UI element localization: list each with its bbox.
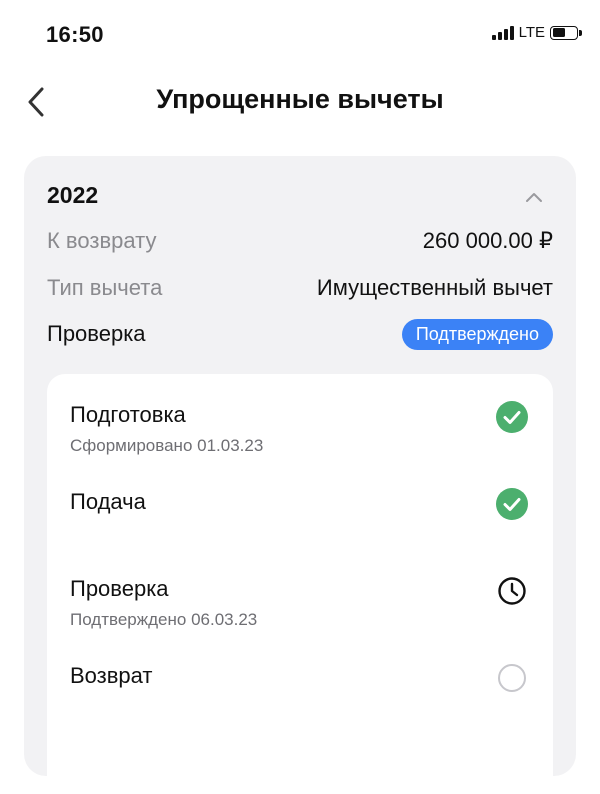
page-title: Упрощенные вычеты <box>156 84 444 114</box>
status-indicators: LTE <box>491 24 582 41</box>
collapse-button[interactable] <box>521 184 547 210</box>
chevron-up-icon <box>526 193 542 202</box>
status-time: 16:50 <box>46 22 104 47</box>
refund-row: К возврату 260 000.00 ₽ <box>47 228 553 258</box>
year-row[interactable]: 2022 <box>47 182 553 212</box>
deduction-card: 2022 К возврату 260 000.00 ₽ Тип вычета … <box>24 156 576 794</box>
network-label: LTE <box>518 24 545 41</box>
step-title: Подготовка <box>70 402 186 427</box>
deduction-type-label: Тип вычета <box>47 275 163 300</box>
signal-icon <box>491 25 514 40</box>
step-subtitle: Подтверждено 06.03.23 <box>70 610 258 629</box>
empty-circle-icon <box>495 661 529 695</box>
status-bar: 16:50 LTE <box>0 0 600 72</box>
refund-label: К возврату <box>47 228 157 253</box>
clock-icon <box>495 574 529 608</box>
deduction-type-row: Тип вычета Имущественный вычет <box>47 275 553 305</box>
year-label: 2022 <box>47 182 99 208</box>
check-label: Проверка <box>47 321 146 346</box>
refund-value: 260 000.00 ₽ <box>422 228 553 253</box>
nav-header: Упрощенные вычеты <box>0 72 600 132</box>
step-title: Возврат <box>70 663 153 688</box>
check-row: Проверка Подтверждено <box>47 319 553 351</box>
step-title: Проверка <box>70 576 169 601</box>
steps-card: Подготовка Сформировано 01.03.23 Подача … <box>47 374 553 794</box>
status-badge: Подтверждено <box>401 319 553 350</box>
step-title: Подача <box>70 489 146 514</box>
step-subtitle: Сформировано 01.03.23 <box>70 436 264 455</box>
battery-icon <box>550 25 582 40</box>
check-circle-icon <box>495 487 529 521</box>
deduction-type-value: Имущественный вычет <box>316 275 553 300</box>
check-circle-icon <box>495 400 529 434</box>
